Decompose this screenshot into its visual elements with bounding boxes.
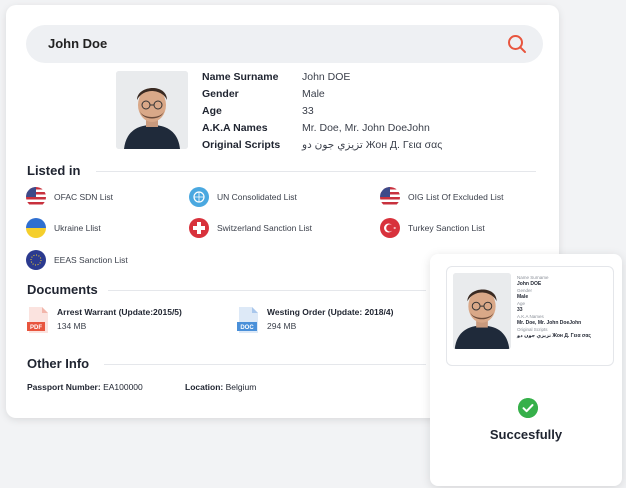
- list-item-label: EEAS Sanction List: [54, 255, 128, 265]
- list-item-label: OIG List Of Excluded List: [408, 192, 504, 202]
- mini-profile-photo: [453, 273, 511, 349]
- mini-value: Male: [517, 294, 529, 300]
- section-divider: [108, 290, 426, 291]
- info-value: John DOE: [302, 71, 351, 83]
- listed-in-title: Listed in: [27, 163, 81, 178]
- info-label: Gender: [202, 88, 239, 100]
- turkey-flag-icon: [380, 218, 400, 238]
- document-westing-order[interactable]: DOC Westing Order (Update: 2018/4) 294 M…: [237, 307, 393, 333]
- switzerland-flag-icon: [189, 218, 209, 238]
- info-label: A.K.A Names: [202, 122, 268, 134]
- check-icon: [518, 398, 538, 418]
- un-flag-icon: [189, 187, 209, 207]
- list-item-turkey[interactable]: Turkey Sanction List: [380, 217, 485, 239]
- doc-file-icon: DOC: [237, 307, 258, 333]
- list-item-label: Turkey Sanction List: [408, 223, 485, 233]
- svg-text:PDF: PDF: [30, 325, 42, 331]
- info-value: Mr. Doe, Mr. John DoeJohn: [302, 122, 430, 134]
- mini-value: تزيزي جون دو Жон Д. Γεια σας: [517, 333, 592, 339]
- list-item-ukraine[interactable]: Ukraine Llist: [26, 217, 101, 239]
- document-title: Arrest Warrant (Update:2015/5): [57, 307, 182, 317]
- success-popup: Name Surname John DOE Gender Male Age 33…: [430, 254, 622, 486]
- location: Location: Belgium: [185, 382, 256, 392]
- info-value: تزيزي جون دو Жон Д. Γεια σας: [302, 139, 443, 151]
- document-arrest-warrant[interactable]: PDF Arrest Warrant (Update:2015/5) 134 M…: [27, 307, 182, 333]
- mini-value: 33: [517, 307, 523, 313]
- info-label: Age: [202, 105, 222, 117]
- mini-value: John DOE: [517, 281, 542, 287]
- other-info-title: Other Info: [27, 356, 90, 371]
- section-divider: [104, 364, 426, 365]
- passport-value: EA100000: [103, 382, 143, 392]
- mini-profile-info: Name Surname John DOE Gender Male Age 33…: [517, 275, 611, 340]
- eu-flag-icon: [26, 250, 46, 270]
- us-flag-icon: [26, 187, 46, 207]
- list-item-label: OFAC SDN List: [54, 192, 114, 202]
- document-size: 294 MB: [267, 321, 297, 331]
- list-item-eeas[interactable]: EEAS Sanction List: [26, 249, 128, 271]
- svg-text:DOC: DOC: [240, 325, 254, 331]
- list-item-label: Switzerland Sanction List: [217, 223, 312, 233]
- documents-title: Documents: [27, 282, 98, 297]
- list-item-un[interactable]: UN Consolidated List: [189, 186, 297, 208]
- location-label: Location:: [185, 382, 224, 392]
- location-value: Belgium: [225, 382, 257, 392]
- list-item-label: UN Consolidated List: [217, 192, 297, 202]
- passport-label: Passport Number:: [27, 382, 101, 392]
- document-title: Westing Order (Update: 2018/4): [267, 307, 394, 317]
- ukraine-flag-icon: [26, 218, 46, 238]
- passport-number: Passport Number: EA100000: [27, 382, 143, 392]
- list-item-label: Ukraine Llist: [54, 223, 101, 233]
- list-item-oig[interactable]: OIG List Of Excluded List: [380, 186, 503, 208]
- search-bar[interactable]: John Doe: [26, 25, 543, 63]
- pdf-file-icon: PDF: [27, 307, 48, 333]
- info-label: Name Surname: [202, 71, 279, 83]
- mini-profile-card: Name Surname John DOE Gender Male Age 33…: [446, 266, 614, 366]
- list-item-ofac[interactable]: OFAC SDN List: [26, 186, 113, 208]
- list-item-switzerland[interactable]: Switzerland Sanction List: [189, 217, 312, 239]
- profile-photo: [116, 71, 188, 149]
- document-size: 134 MB: [57, 321, 87, 331]
- us-flag-icon: [380, 187, 400, 207]
- info-label: Original Scripts: [202, 139, 281, 151]
- section-divider: [96, 171, 536, 172]
- search-icon[interactable]: [507, 34, 527, 54]
- mini-value: Mr. Doe, Mr. John DoeJohn: [517, 320, 582, 326]
- info-value: 33: [302, 105, 314, 117]
- search-input[interactable]: John Doe: [48, 36, 107, 51]
- success-message: Succesfully: [489, 427, 563, 442]
- info-value: Male: [302, 88, 325, 100]
